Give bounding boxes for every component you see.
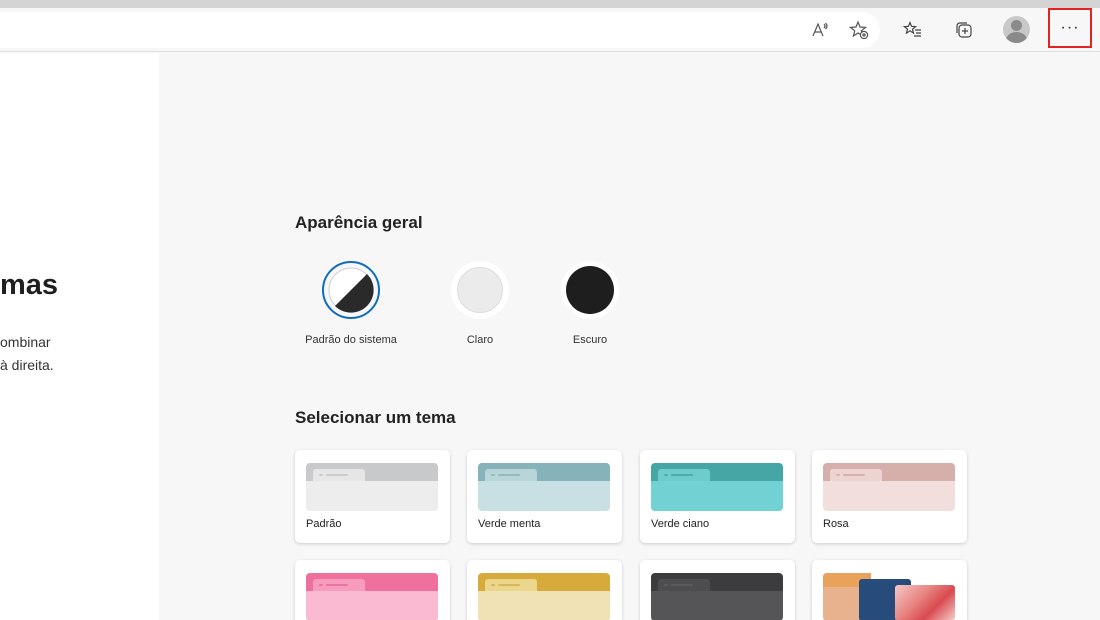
theme-card-label: Padrão xyxy=(306,518,342,530)
theme-card-rosa[interactable]: Rosa xyxy=(812,450,967,543)
page-description: ombinar à direita. xyxy=(0,334,54,373)
light-swatch[interactable] xyxy=(451,261,509,319)
theme-card-verde-menta[interactable]: Verde menta xyxy=(467,450,622,543)
appearance-option-label: Claro xyxy=(466,334,494,346)
appearance-option-label: Escuro xyxy=(572,334,608,346)
more-icon: ··· xyxy=(1060,19,1080,36)
theme-section-title: Selecionar um tema xyxy=(295,408,456,427)
half-moon-icon xyxy=(328,267,374,313)
favorites-icon[interactable] xyxy=(899,16,927,44)
appearance-section-title: Aparência geral xyxy=(295,213,423,232)
theme-card-label: Verde ciano xyxy=(651,518,710,530)
appearance-option-label: Padrão do sistema xyxy=(305,334,397,346)
theme-preview xyxy=(651,463,783,511)
read-aloud-icon[interactable] xyxy=(806,16,834,44)
dark-swatch[interactable] xyxy=(561,261,619,319)
collections-icon[interactable] xyxy=(950,16,978,44)
theme-card-padrao[interactable]: Padrão xyxy=(295,450,450,543)
left-panel: mas ombinar à direita. xyxy=(0,53,159,620)
theme-preview xyxy=(823,573,955,620)
more-options-button[interactable]: ··· xyxy=(1048,8,1092,48)
theme-preview xyxy=(823,463,955,511)
theme-card-label: Rosa xyxy=(823,518,849,530)
address-bar[interactable] xyxy=(0,12,880,48)
theme-card-dark[interactable] xyxy=(640,560,795,620)
appearance-option-light[interactable]: Claro xyxy=(425,261,535,346)
browser-toolbar: ··· xyxy=(0,8,1100,52)
theme-card-verde-ciano[interactable]: Verde ciano xyxy=(640,450,795,543)
profile-icon[interactable] xyxy=(1003,16,1030,43)
theme-preview xyxy=(306,463,438,511)
theme-preview xyxy=(478,463,610,511)
theme-preview xyxy=(651,573,783,620)
theme-card-colorful[interactable] xyxy=(812,560,967,620)
appearance-option-system[interactable]: Padrão do sistema xyxy=(296,261,406,346)
theme-preview xyxy=(478,573,610,620)
appearance-option-dark[interactable]: Escuro xyxy=(535,261,645,346)
add-favorite-icon[interactable] xyxy=(845,16,873,44)
theme-card-label: Verde menta xyxy=(478,518,541,530)
page-title: mas xyxy=(0,269,59,301)
theme-card-yellow[interactable] xyxy=(467,560,622,620)
window-top-strip xyxy=(0,0,1100,8)
theme-preview xyxy=(306,573,438,620)
theme-card-pink[interactable] xyxy=(295,560,450,620)
system-default-swatch[interactable] xyxy=(322,261,380,319)
